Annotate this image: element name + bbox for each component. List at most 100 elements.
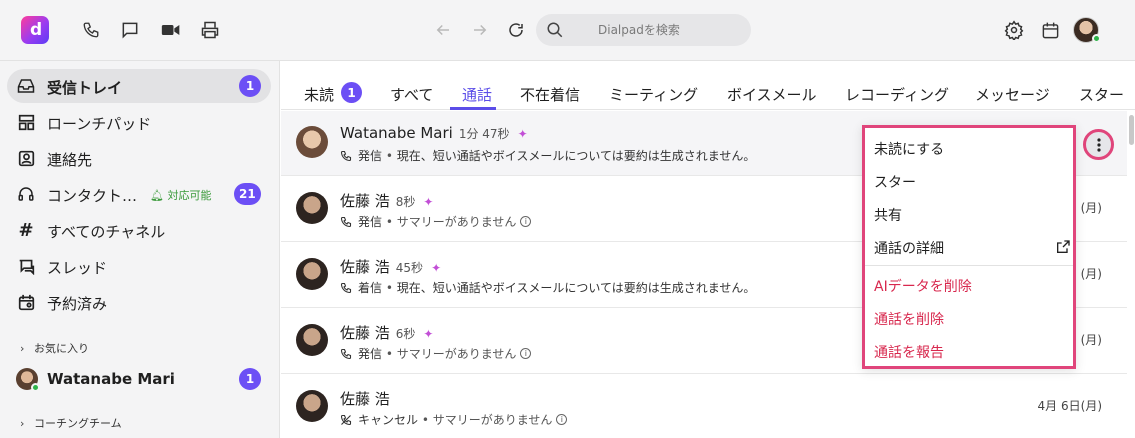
ai-sparkle-icon: ✦ bbox=[431, 261, 442, 275]
menu-item-star[interactable]: スター bbox=[874, 172, 916, 192]
inbox-count-badge: 1 bbox=[239, 75, 261, 97]
scrollbar[interactable] bbox=[1127, 111, 1135, 438]
info-icon[interactable]: i bbox=[556, 414, 568, 425]
scrollbar-thumb[interactable] bbox=[1129, 115, 1134, 145]
vertical-dots-icon bbox=[1096, 137, 1101, 152]
tab-recordings[interactable]: レコーディング bbox=[845, 84, 949, 105]
call-summary: 現在、短い通話やボイスメールについては要約は生成されません。 bbox=[396, 281, 756, 295]
contact-center-count-badge: 21 bbox=[234, 183, 261, 205]
tab-unread[interactable]: 未読 bbox=[304, 84, 334, 105]
info-icon[interactable]: i bbox=[520, 216, 532, 227]
more-options-button[interactable] bbox=[1083, 129, 1114, 160]
contact-name: 佐藤 浩 bbox=[340, 390, 390, 408]
outgoing-call-icon bbox=[340, 216, 352, 228]
contact-name: 佐藤 浩 bbox=[340, 324, 390, 342]
sidebar-item-channels[interactable]: # すべてのチャネル bbox=[7, 213, 271, 247]
favorite-user-count-badge: 1 bbox=[239, 368, 261, 390]
call-direction: キャンセル bbox=[358, 413, 419, 427]
ai-sparkle-icon: ✦ bbox=[423, 195, 434, 209]
printer-icon[interactable] bbox=[199, 19, 221, 41]
search-bar[interactable] bbox=[536, 14, 751, 46]
sidebar-item-contacts[interactable]: 連絡先 bbox=[7, 141, 271, 175]
sidebar-item-label: すべてのチャネル bbox=[47, 223, 166, 241]
call-duration: 6秒 bbox=[395, 327, 416, 341]
dialpad-app: d Dialpadを検索 受信トレイ 1 ローンチパッド 連絡先 コンタクト… … bbox=[0, 0, 1135, 438]
back-arrow-icon[interactable] bbox=[432, 19, 454, 41]
call-direction: 発信 bbox=[358, 215, 383, 229]
online-status-dot bbox=[1092, 34, 1101, 43]
call-direction: 発信 bbox=[358, 347, 383, 361]
context-menu: 未読にする スター 共有 通話の詳細 AIデータを削除 通話を削除 通話を報告 bbox=[862, 125, 1076, 369]
menu-item-mark-unread[interactable]: 未読にする bbox=[874, 139, 944, 159]
active-tab-indicator bbox=[450, 107, 496, 110]
list-item[interactable]: 佐藤 浩 キャンセル • サマリーがありません i 4月 6日(月) bbox=[281, 375, 1127, 438]
inbox-tabs: 未読 1 すべて 通話 不在着信 ミーティング ボイスメール レコーディング メ… bbox=[281, 61, 1135, 110]
gear-icon[interactable] bbox=[1003, 19, 1025, 41]
menu-item-call-details[interactable]: 通話の詳細 bbox=[874, 238, 944, 258]
contact-name: 佐藤 浩 bbox=[340, 192, 390, 210]
call-date: (月) bbox=[1080, 267, 1102, 281]
sidebar-item-launchpad[interactable]: ローンチパッド bbox=[7, 105, 271, 139]
tab-all[interactable]: すべて bbox=[390, 84, 433, 105]
calendar-icon[interactable] bbox=[1039, 19, 1061, 41]
call-duration: 8秒 bbox=[395, 195, 416, 209]
call-date: (月) bbox=[1080, 333, 1102, 347]
info-icon[interactable]: i bbox=[520, 348, 532, 359]
sidebar-item-label: コンタクト… bbox=[47, 187, 138, 205]
menu-item-report-call[interactable]: 通話を報告 bbox=[874, 342, 944, 362]
tab-meetings[interactable]: ミーティング bbox=[609, 84, 698, 105]
hash-icon: # bbox=[18, 219, 34, 241]
call-duration: 45秒 bbox=[395, 261, 424, 275]
call-date: 4月 6日(月) bbox=[1037, 399, 1102, 413]
menu-item-share[interactable]: 共有 bbox=[874, 205, 902, 225]
menu-divider bbox=[865, 265, 1073, 266]
menu-item-delete-call[interactable]: 通話を削除 bbox=[874, 309, 944, 329]
tab-calls[interactable]: 通話 bbox=[462, 84, 492, 105]
threads-icon bbox=[17, 257, 35, 275]
favorite-user-name: Watanabe Mari bbox=[47, 370, 175, 388]
menu-item-delete-ai-data[interactable]: AIデータを削除 bbox=[874, 276, 972, 296]
tab-missed[interactable]: 不在着信 bbox=[520, 84, 580, 105]
sidebar-item-label: スレッド bbox=[47, 259, 108, 277]
coaching-section-header[interactable]: › コーチングチーム bbox=[20, 415, 122, 431]
sidebar-item-inbox[interactable]: 受信トレイ 1 bbox=[7, 69, 271, 103]
dialpad-logo[interactable]: d bbox=[21, 16, 49, 44]
cancelled-call-icon bbox=[340, 414, 352, 426]
external-link-icon bbox=[1055, 239, 1071, 259]
sidebar-item-threads[interactable]: スレッド bbox=[7, 249, 271, 283]
headset-icon bbox=[17, 185, 35, 203]
sidebar-item-label: ローンチパッド bbox=[47, 115, 152, 133]
availability-status[interactable]: 🔔︎ 対応可能 bbox=[150, 187, 211, 203]
outgoing-call-icon bbox=[340, 150, 352, 162]
tab-starred[interactable]: スター bbox=[1079, 84, 1124, 105]
call-date: (月) bbox=[1080, 201, 1102, 215]
scheduled-icon bbox=[17, 293, 35, 311]
inbox-icon bbox=[17, 77, 35, 95]
call-direction: 着信 bbox=[358, 281, 383, 295]
favorites-section-header[interactable]: › お気に入り bbox=[20, 340, 89, 356]
call-summary: サマリーがありません bbox=[396, 347, 517, 361]
sidebar-item-favorite-user[interactable]: Watanabe Mari 1 bbox=[7, 362, 271, 396]
call-duration: 1分 47秒 bbox=[458, 127, 510, 141]
call-direction: 発信 bbox=[358, 149, 383, 163]
contact-avatar bbox=[296, 258, 328, 290]
bell-icon: 🔔︎ bbox=[150, 189, 168, 202]
sidebar-item-label: 予約済み bbox=[47, 295, 108, 313]
contacts-icon bbox=[17, 149, 35, 167]
search-input[interactable] bbox=[576, 14, 741, 46]
top-bar: d bbox=[0, 0, 1135, 61]
ai-sparkle-icon: ✦ bbox=[423, 327, 434, 341]
refresh-icon[interactable] bbox=[505, 19, 527, 41]
call-summary: サマリーがありません bbox=[396, 215, 517, 229]
phone-icon[interactable] bbox=[80, 19, 102, 41]
tab-voicemail[interactable]: ボイスメール bbox=[727, 84, 817, 105]
contact-name: 佐藤 浩 bbox=[340, 258, 390, 276]
sidebar-item-scheduled[interactable]: 予約済み bbox=[7, 285, 271, 319]
sidebar: 受信トレイ 1 ローンチパッド 連絡先 コンタクト… 🔔︎ 対応可能 21 # … bbox=[0, 61, 280, 438]
chat-icon[interactable] bbox=[119, 19, 141, 41]
tab-messages[interactable]: メッセージ bbox=[975, 84, 1050, 105]
sidebar-item-contact-center[interactable]: コンタクト… 🔔︎ 対応可能 21 bbox=[7, 177, 271, 211]
forward-arrow-icon[interactable] bbox=[469, 19, 491, 41]
chevron-right-icon: › bbox=[20, 342, 25, 355]
video-icon[interactable] bbox=[160, 19, 182, 41]
